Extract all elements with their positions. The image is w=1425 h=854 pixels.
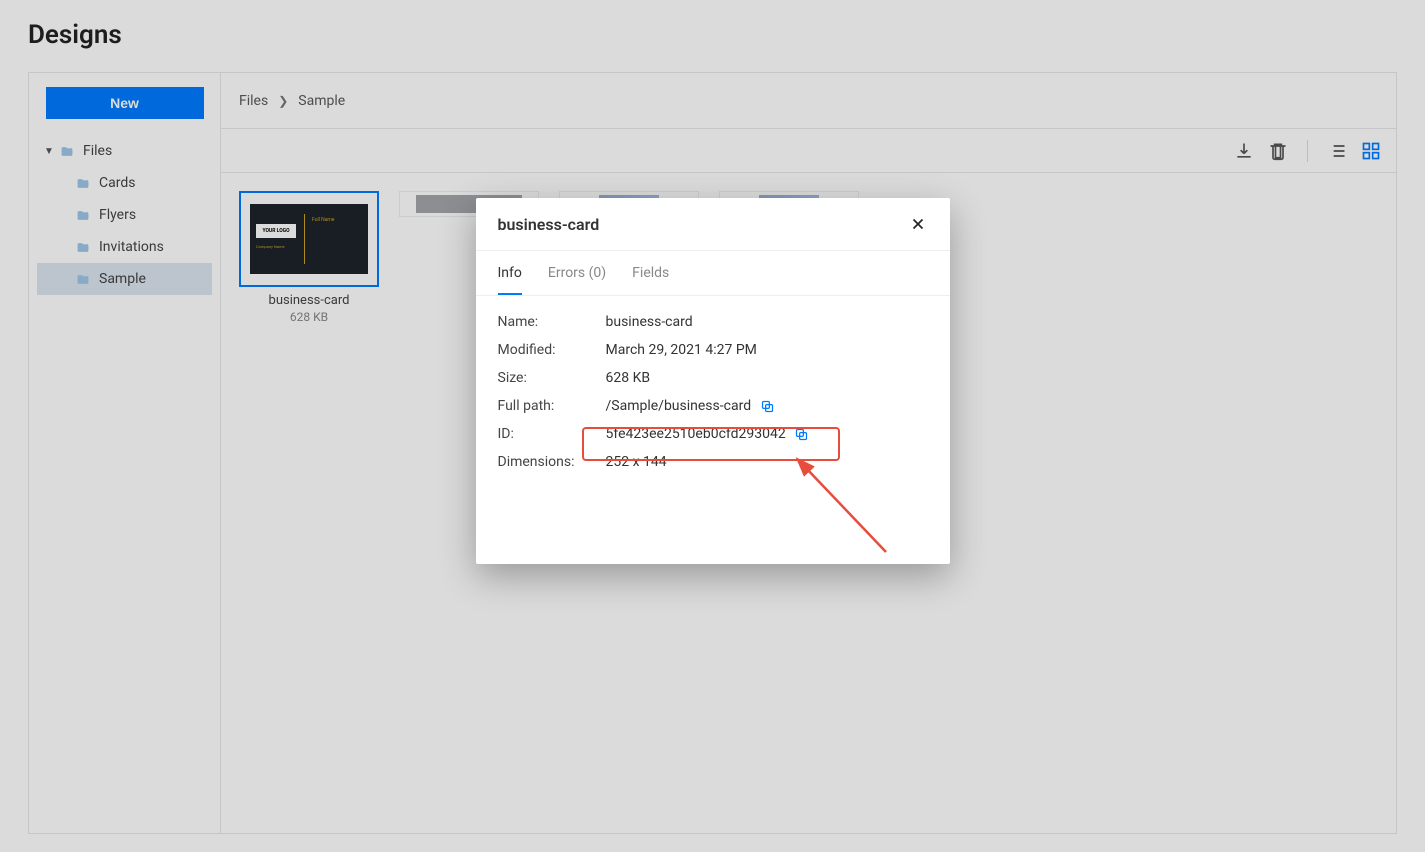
prop-value: business-card — [606, 314, 693, 330]
prop-value: March 29, 2021 4:27 PM — [606, 342, 757, 358]
prop-row-id: ID: 5fe423ee2510eb0cfd293042 — [498, 420, 928, 448]
copy-icon[interactable] — [794, 426, 810, 442]
prop-value: /Sample/business-card — [606, 398, 752, 414]
tab-fields[interactable]: Fields — [632, 251, 669, 295]
prop-label: Modified: — [498, 342, 606, 358]
tab-errors[interactable]: Errors (0) — [548, 251, 606, 295]
prop-value: 628 KB — [606, 370, 651, 386]
prop-row-name: Name: business-card — [498, 308, 928, 336]
prop-label: Full path: — [498, 398, 606, 414]
prop-row-size: Size: 628 KB — [498, 364, 928, 392]
close-icon[interactable] — [908, 214, 928, 234]
prop-value: 5fe423ee2510eb0cfd293042 — [606, 426, 786, 442]
modal-overlay[interactable]: business-card Info Errors (0) Fields Nam… — [0, 0, 1425, 852]
tab-info[interactable]: Info — [498, 251, 522, 295]
dialog-title: business-card — [498, 215, 600, 234]
dialog-header: business-card — [476, 198, 950, 251]
prop-label: ID: — [498, 426, 606, 442]
dialog-tabs: Info Errors (0) Fields — [476, 251, 950, 296]
properties-list: Name: business-card Modified: March 29, … — [476, 296, 950, 564]
prop-label: Size: — [498, 370, 606, 386]
prop-label: Name: — [498, 314, 606, 330]
properties-dialog: business-card Info Errors (0) Fields Nam… — [476, 198, 950, 564]
prop-row-dimensions: Dimensions: 252 x 144 — [498, 448, 928, 476]
prop-row-modified: Modified: March 29, 2021 4:27 PM — [498, 336, 928, 364]
prop-row-fullpath: Full path: /Sample/business-card — [498, 392, 928, 420]
prop-value: 252 x 144 — [606, 454, 667, 470]
copy-icon[interactable] — [759, 398, 775, 414]
prop-label: Dimensions: — [498, 454, 606, 470]
